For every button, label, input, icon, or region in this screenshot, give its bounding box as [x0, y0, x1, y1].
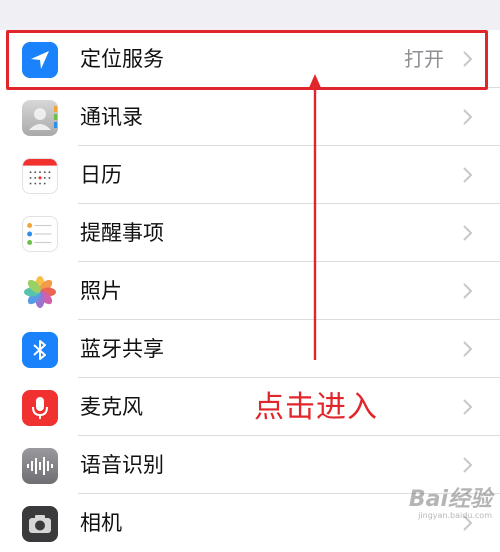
settings-row-label: 日历 [80, 163, 122, 187]
chevron-right-icon [463, 341, 473, 357]
bluetooth-icon [22, 332, 58, 368]
watermark: Bai经验 jingyan.baidu.com [409, 481, 492, 520]
microphone-icon [22, 390, 58, 426]
settings-row-label: 麦克风 [80, 395, 143, 419]
settings-row-calendar[interactable]: 日历 [0, 146, 500, 204]
watermark-url: jingyan.baidu.com [418, 511, 492, 520]
settings-row-contacts[interactable]: 通讯录 [0, 88, 500, 146]
chevron-right-icon [463, 399, 473, 415]
chevron-right-icon [463, 225, 473, 241]
annotation-highlight-box [6, 30, 488, 90]
settings-row-label: 照片 [80, 279, 122, 303]
settings-row-label: 通讯录 [80, 105, 143, 129]
annotation-arrow-icon [308, 74, 322, 360]
settings-row-label: 提醒事项 [80, 221, 164, 245]
settings-row-photos[interactable]: 照片 [0, 262, 500, 320]
settings-row-reminders[interactable]: 提醒事项 [0, 204, 500, 262]
reminders-icon [22, 216, 58, 252]
calendar-icon [22, 158, 58, 194]
privacy-settings-list: 定位服务 打开 通讯录 日历 提醒事项 照片 蓝牙共享 麦克风 语音识别 相机 [0, 30, 500, 552]
annotation-text: 点击进入 [254, 390, 378, 425]
settings-row-label: 相机 [80, 511, 122, 535]
photos-icon [22, 274, 58, 310]
speech-recognition-icon [22, 448, 58, 484]
settings-row-microphone[interactable]: 麦克风 [0, 378, 500, 436]
settings-row-label: 蓝牙共享 [80, 337, 164, 361]
settings-row-label: 语音识别 [80, 453, 164, 477]
settings-row-bluetooth-sharing[interactable]: 蓝牙共享 [0, 320, 500, 378]
chevron-right-icon [463, 167, 473, 183]
camera-icon [22, 506, 58, 542]
chevron-right-icon [463, 457, 473, 473]
contacts-icon [22, 100, 58, 136]
chevron-right-icon [463, 283, 473, 299]
chevron-right-icon [463, 109, 473, 125]
watermark-logo: Bai经验 [408, 487, 492, 512]
